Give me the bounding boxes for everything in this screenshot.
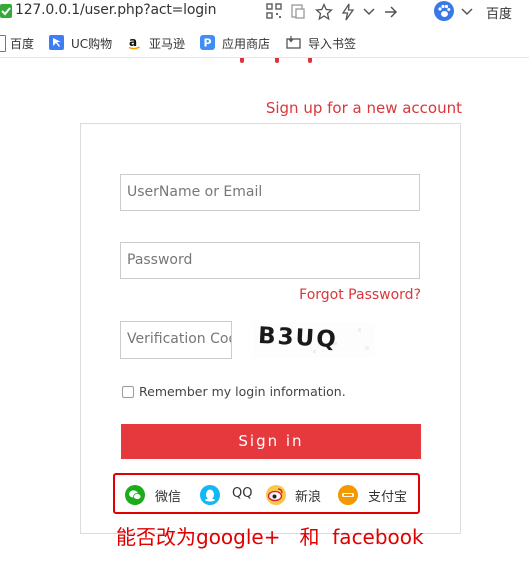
verification-placeholder: Verification Code [127, 331, 231, 347]
username-input[interactable]: UserName or Email [120, 174, 420, 211]
search-engine-label[interactable]: 百度 [486, 3, 512, 22]
weibo-icon [266, 485, 286, 505]
svg-text:P: P [204, 37, 212, 50]
baidu-icon [0, 35, 6, 52]
star-bookmark-icon[interactable] [314, 2, 334, 21]
alipay-icon [338, 485, 358, 505]
verification-code-input[interactable]: Verification Code [120, 321, 232, 359]
uc-shopping-icon [49, 35, 64, 50]
go-arrow-icon[interactable] [383, 3, 401, 21]
reader-mode-icon[interactable] [290, 3, 308, 21]
browser-address-bar: 127.0.0.1/user.php?act=login 百度 [0, 0, 529, 24]
qq-icon [200, 485, 220, 505]
wechat-icon [125, 485, 145, 505]
password-input[interactable]: Password [120, 242, 420, 279]
chevron-down-icon[interactable] [362, 3, 380, 21]
username-placeholder: UserName or Email [127, 184, 263, 200]
app-store-icon: P [200, 35, 215, 50]
remember-label: Remember my login information. [139, 384, 346, 399]
search-engine-chevron-icon[interactable] [460, 4, 474, 23]
svg-text:a: a [129, 35, 137, 49]
social-login-box: 微信 QQ 新浪 支付宝 [113, 473, 420, 514]
site-logo-partial [240, 58, 320, 64]
forgot-password-link[interactable]: Forgot Password? [299, 287, 421, 303]
checkbox-box[interactable] [122, 386, 134, 398]
url-input[interactable]: 127.0.0.1/user.php?act=login [15, 2, 216, 18]
bookmarks-bar: 百度 UC购物 a 亚马逊 P 应用商店 导入书签 [0, 29, 529, 58]
lightning-icon[interactable] [340, 3, 358, 21]
qr-code-icon[interactable] [266, 3, 284, 21]
baidu-paw-icon[interactable] [434, 1, 454, 21]
signup-link[interactable]: Sign up for a new account [266, 99, 462, 117]
password-placeholder: Password [127, 252, 193, 268]
secure-check-icon [0, 4, 12, 18]
amazon-icon: a [127, 35, 142, 50]
annotation-note: 能否改为google+ 和 facebook [116, 525, 424, 549]
captcha-text: B3UQ [257, 322, 339, 354]
sign-in-button[interactable]: Sign in [121, 424, 421, 459]
captcha-image[interactable]: B3UQ [253, 322, 375, 358]
import-bookmarks-icon [286, 35, 301, 50]
